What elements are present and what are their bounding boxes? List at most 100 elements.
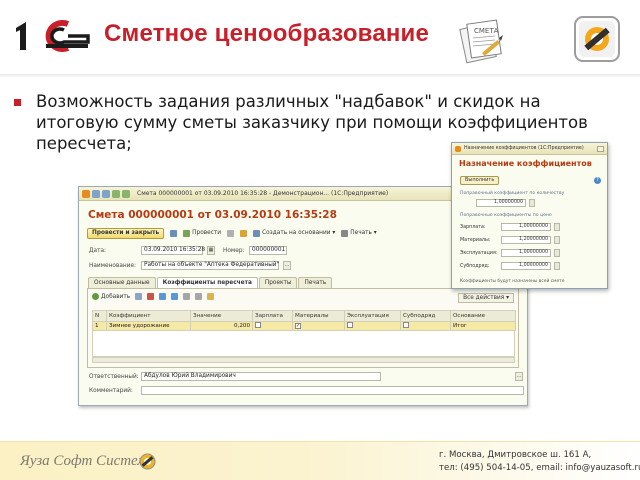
subcontract-coef-label: Субподряд: — [460, 263, 490, 269]
materials-checkbox[interactable]: ✓ — [295, 323, 301, 329]
responsible-field[interactable]: Абдулов Юрий Владимирович — [141, 372, 381, 381]
tab-print[interactable]: Печать — [298, 277, 333, 288]
arrow-up-icon — [159, 293, 167, 300]
materials-coef-field[interactable]: 1,20000000 — [501, 236, 551, 244]
operation-coef-field[interactable]: 1,00000000 — [501, 249, 551, 257]
col-value[interactable]: Значение — [190, 310, 253, 322]
salary-calc-button[interactable] — [554, 223, 560, 231]
operation-coef-label: Эксплуатация: — [460, 250, 498, 256]
post-and-close-button[interactable]: Провести и закрыть — [87, 227, 165, 239]
comment-label: Комментарий: — [89, 387, 133, 394]
post-button[interactable]: Провести — [183, 229, 221, 237]
print-menu[interactable]: Печать ▾ — [341, 229, 377, 237]
calc-button[interactable] — [207, 293, 215, 300]
coef-close-button[interactable] — [597, 146, 604, 152]
comment-row: Комментарий: — [89, 386, 524, 395]
cell-n[interactable]: 1 — [92, 321, 107, 331]
address-line: г. Москва, Дмитровское ш. 161 А, — [439, 450, 592, 460]
table-row[interactable]: 1 Зимнее удорожание 0,200 ✓ Итог — [92, 321, 516, 331]
col-subcontract[interactable]: Субподряд — [400, 310, 451, 322]
horizontal-scrollbar[interactable] — [92, 357, 515, 363]
calc-icon — [207, 293, 215, 300]
cell-coefficient[interactable]: Зимнее удорожание — [106, 321, 191, 331]
doc-heading: Смета 000000001 от 03.09.2010 16:35:28 — [88, 209, 337, 221]
all-actions-menu[interactable]: Все действия ▾ — [458, 293, 514, 303]
back-icon[interactable] — [112, 190, 120, 198]
coef-dialog-titlebar[interactable]: Назначение коэффициентов (1С:Предприятие… — [452, 143, 607, 155]
create-based-on-menu[interactable]: Создать на основании ▾ — [253, 229, 335, 237]
tab-coefficients[interactable]: Коэффициенты пересчета — [156, 277, 258, 288]
number-field[interactable]: 000000001 — [249, 246, 287, 255]
qty-calc-button[interactable] — [529, 199, 535, 207]
panel-toolbar: Добавить — [92, 293, 215, 300]
delete-row-button[interactable] — [147, 293, 155, 300]
salary-coef-field[interactable]: 1,00000000 — [501, 223, 551, 231]
comment-field[interactable] — [141, 386, 524, 395]
operation-coef-row: Эксплуатация: 1,00000000 — [460, 249, 560, 257]
cell-basis[interactable]: Итог — [450, 321, 516, 331]
doc-tabs: Основные данные Коэффициенты пересчета П… — [88, 277, 333, 288]
table-empty-area[interactable] — [92, 331, 515, 357]
calendar-button[interactable]: ▦ — [207, 246, 215, 255]
yauza-corner-logo — [574, 16, 620, 62]
cell-materials[interactable]: ✓ — [292, 321, 345, 331]
date-label: Дата: — [89, 247, 106, 254]
smeta-document-icon: СМЕТА — [459, 19, 503, 64]
structure-tool[interactable] — [240, 229, 248, 237]
col-n[interactable]: N — [92, 310, 107, 322]
add-icon — [92, 293, 99, 300]
header-divider — [0, 74, 640, 78]
operation-calc-button[interactable] — [554, 249, 560, 257]
cell-salary[interactable] — [252, 321, 293, 331]
cell-operation[interactable] — [344, 321, 401, 331]
subcontract-checkbox[interactable] — [403, 322, 409, 328]
undo-tool[interactable] — [227, 229, 235, 237]
forward-icon[interactable] — [122, 190, 130, 198]
col-basis[interactable]: Основание — [450, 310, 516, 322]
run-button[interactable]: Выполнить — [460, 176, 500, 185]
col-operation[interactable]: Эксплуатация — [344, 310, 401, 322]
fill-button[interactable] — [195, 293, 203, 300]
subcontract-coef-row: Субподряд: 1,00000000 — [460, 262, 560, 270]
name-select-button[interactable]: … — [283, 261, 291, 270]
responsible-select-button[interactable]: … — [515, 372, 523, 381]
add-row-button[interactable]: Добавить — [92, 293, 130, 300]
coefficients-panel: Добавить Все действия ▾ N Коэффициент Зн… — [87, 288, 519, 368]
slide-header: Сметное ценообразование СМЕТА — [0, 0, 640, 74]
tab-projects[interactable]: Проекты — [258, 277, 298, 288]
subcontract-coef-field[interactable]: 1,00000000 — [501, 262, 551, 270]
app-1c-icon — [455, 146, 461, 152]
save-icon[interactable] — [92, 190, 100, 198]
col-materials[interactable]: Материалы — [292, 310, 345, 322]
name-row: Наименование: Работы на объекте "Аптека … — [89, 261, 291, 270]
print-label: Печать ▾ — [350, 230, 377, 236]
date-field[interactable]: 03.09.2010 16:35:28 — [141, 246, 205, 255]
operation-checkbox[interactable] — [347, 322, 353, 328]
save-icon — [170, 229, 178, 237]
qty-coef-field[interactable]: 1,00000000 — [476, 199, 526, 207]
arrow-down-icon — [171, 293, 179, 300]
copy-row-button[interactable] — [135, 293, 143, 300]
print-icon[interactable] — [102, 190, 110, 198]
col-salary[interactable]: Зарплата — [252, 310, 293, 322]
move-up-button[interactable] — [159, 293, 167, 300]
coef-help-button[interactable]: ? — [594, 177, 601, 184]
tab-main-data[interactable]: Основные данные — [88, 277, 156, 288]
post-icon — [183, 229, 191, 237]
name-field[interactable]: Работы на объекте "Аптека Федеративный" — [141, 261, 279, 270]
cell-value[interactable]: 0,200 — [190, 321, 253, 331]
save-tool[interactable] — [170, 229, 178, 237]
bullet-marker — [14, 99, 21, 106]
sort-button[interactable] — [183, 293, 191, 300]
cell-subcontract[interactable] — [400, 321, 451, 331]
materials-calc-button[interactable] — [554, 236, 560, 244]
col-coefficient[interactable]: Коэффициент — [106, 310, 191, 322]
table-header-row: N Коэффициент Значение Зарплата Материал… — [92, 310, 516, 322]
move-down-button[interactable] — [171, 293, 179, 300]
salary-checkbox[interactable] — [255, 322, 261, 328]
subcontract-calc-button[interactable] — [554, 262, 560, 270]
slide-footer: Яуза Софт Системз г. Москва, Дмитровское… — [0, 441, 640, 480]
1c-logo — [12, 16, 90, 56]
slide-title: Сметное ценообразование — [104, 20, 430, 47]
date-number-row: Дата: 03.09.2010 16:35:28 ▦ Номер: 00000… — [89, 246, 287, 255]
